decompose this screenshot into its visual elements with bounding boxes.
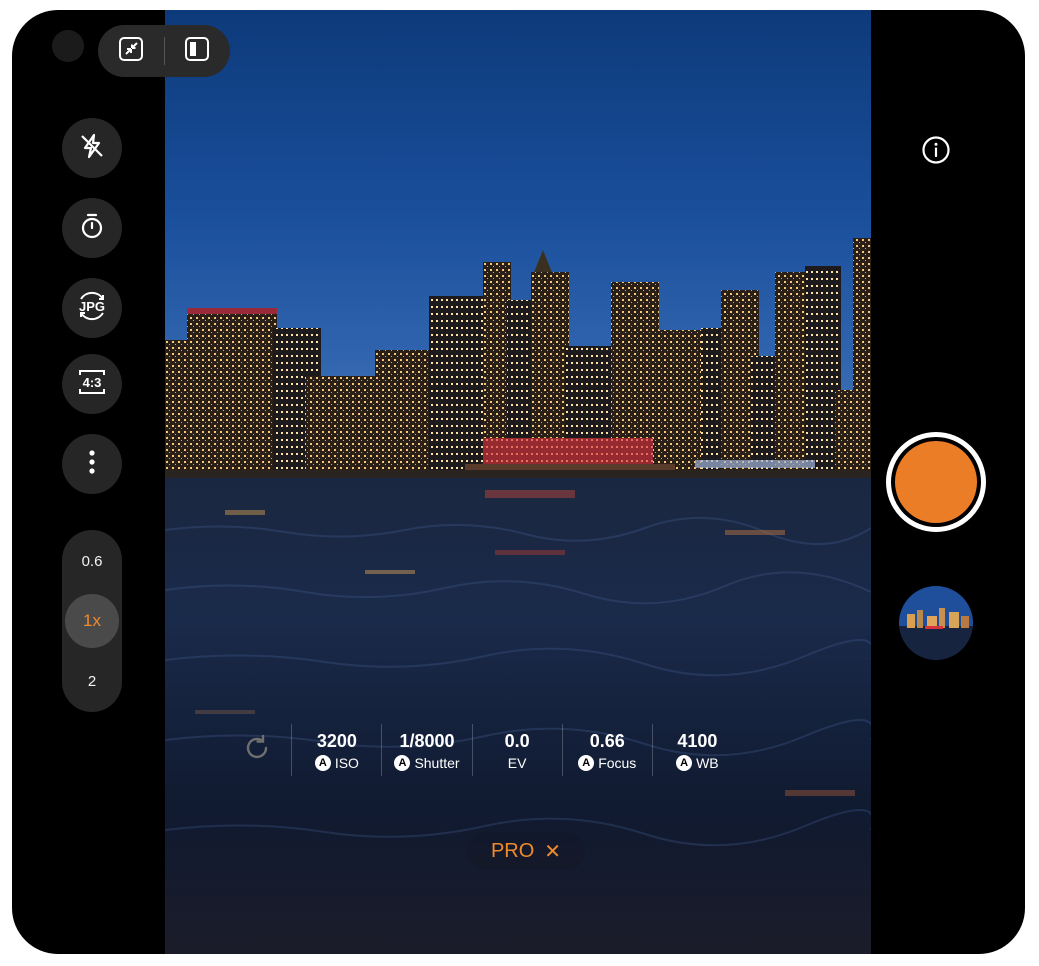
iso-control[interactable]: 3200 A ISO [292, 722, 381, 778]
viewfinder[interactable] [165, 10, 871, 954]
collapse-arrows-icon [118, 36, 144, 67]
zoom-option-1x[interactable]: 1x [62, 593, 122, 649]
format-button[interactable]: JPG [62, 278, 122, 338]
aspect-ratio-label: 4:3 [83, 375, 102, 390]
collapse-button[interactable] [98, 25, 164, 77]
city-skyline-scene [165, 238, 871, 954]
shutter-core [895, 441, 977, 523]
more-button[interactable] [62, 434, 122, 494]
gallery-thumbnail[interactable] [899, 586, 973, 660]
timer-icon [78, 212, 106, 245]
focus-label: Focus [598, 754, 637, 771]
aspect-ratio-icon: 4:3 [76, 367, 108, 402]
focus-control[interactable]: 0.66 A Focus [563, 722, 652, 778]
reset-button[interactable] [222, 722, 291, 778]
shutter-speed-label: Shutter [414, 754, 460, 771]
ev-control[interactable]: 0.0 EV [473, 722, 562, 778]
focus-auto-badge: A [578, 754, 595, 771]
more-vertical-icon [88, 449, 96, 480]
window-controls [98, 25, 230, 77]
flash-button[interactable] [62, 118, 122, 178]
iso-value: 3200 [316, 730, 357, 751]
pro-mode-chip[interactable]: PRO ✕ [467, 832, 585, 870]
ev-value: 0.0 [504, 730, 530, 751]
zoom-option-0-6[interactable]: 0.6 [62, 533, 122, 589]
front-camera-cutout [52, 30, 84, 62]
aspect-ratio-button[interactable]: 4:3 [62, 354, 122, 414]
wb-value: 4100 [677, 730, 718, 751]
zoom-option-2[interactable]: 2 [62, 653, 122, 709]
iso-label: ISO [334, 754, 359, 771]
camera-app: JPG 4:3 0.6 1x 2 3200 A ISO 1/8000 A Shu… [12, 10, 1025, 954]
pro-mode-label: PRO [490, 839, 535, 862]
wb-control[interactable]: 4100 A WB [653, 722, 742, 778]
shutter-speed-control[interactable]: 1/8000 A Shutter [382, 722, 471, 778]
close-icon[interactable]: ✕ [544, 839, 561, 864]
flash-off-icon [78, 132, 106, 165]
jpg-format-icon: JPG [75, 290, 109, 327]
info-icon [921, 135, 951, 170]
iso-auto-badge: A [314, 754, 331, 771]
reset-icon [242, 733, 272, 768]
shutter-speed-value: 1/8000 [399, 730, 455, 751]
pro-controls-bar: 3200 A ISO 1/8000 A Shutter 0.0 EV 0.66 AF… [222, 722, 742, 778]
last-photo-thumbnail [899, 586, 973, 660]
focus-value: 0.66 [589, 730, 625, 751]
format-label: JPG [79, 299, 105, 314]
info-button[interactable] [918, 134, 954, 170]
wb-label: WB [696, 754, 719, 771]
shutter-button[interactable] [886, 432, 986, 532]
split-view-button[interactable] [165, 25, 231, 77]
zoom-selector: 0.6 1x 2 [62, 530, 122, 712]
shutter-auto-badge: A [394, 754, 411, 771]
ev-label: EV [507, 754, 527, 771]
split-view-icon [184, 36, 210, 67]
wb-auto-badge: A [676, 754, 693, 771]
timer-button[interactable] [62, 198, 122, 258]
